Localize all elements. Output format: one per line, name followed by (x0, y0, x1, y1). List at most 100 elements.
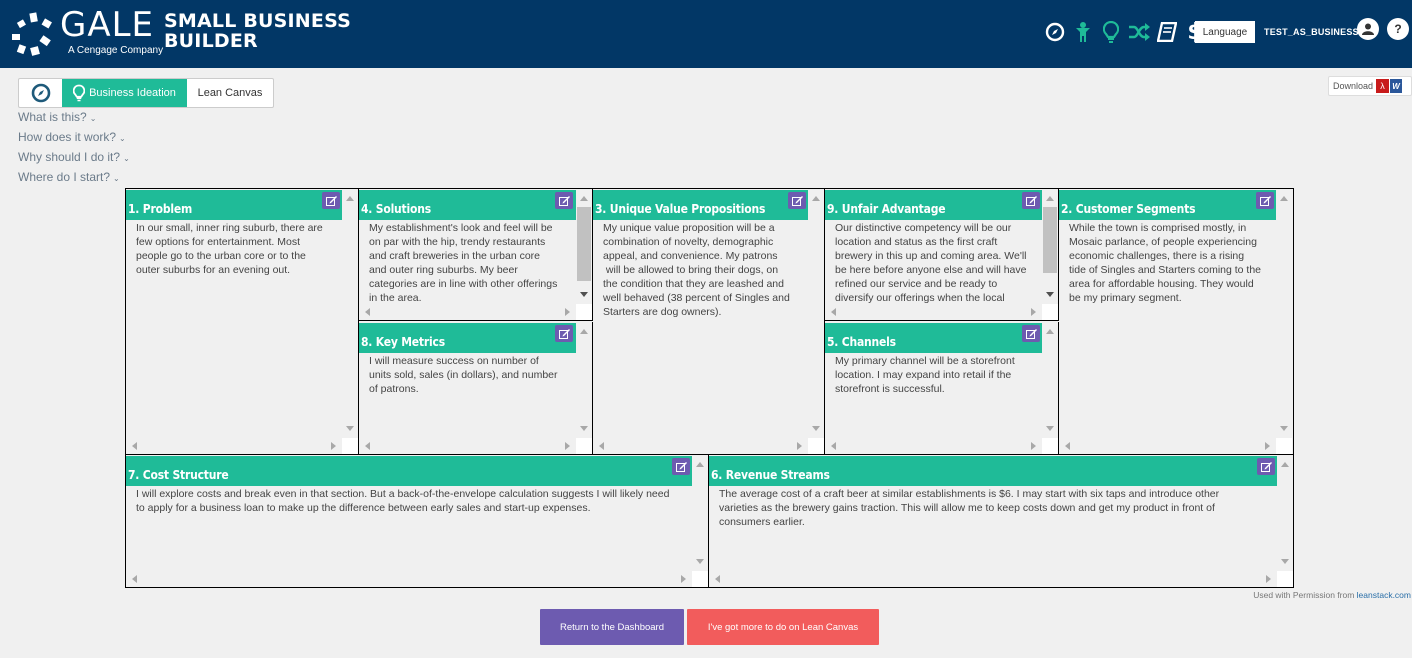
gale-logo[interactable]: GALE A Cengage Company (10, 6, 170, 60)
account-button[interactable] (1357, 18, 1379, 40)
section-tabs: Business Ideation Lean Canvas (18, 78, 274, 108)
vertical-scrollbar[interactable] (692, 455, 708, 571)
edit-button[interactable] (322, 192, 340, 209)
tab-business-ideation[interactable]: Business Ideation (62, 79, 187, 107)
tab-overview[interactable] (19, 79, 62, 107)
cell-title: 9. Unfair Advantage (827, 201, 946, 216)
chevron-down-icon: ⌄ (119, 134, 126, 143)
faq-why-should-i[interactable]: Why should I do it? ⌄ (18, 150, 130, 164)
horizontal-scrollbar[interactable] (825, 304, 1042, 320)
cell-header: 9. Unfair Advantage (825, 190, 1042, 220)
edit-button[interactable] (788, 192, 806, 209)
cell-title: 3. Unique Value Propositions (595, 201, 766, 216)
chevron-down-icon: ⌄ (113, 174, 120, 183)
username-label[interactable]: TEST_AS_BUSINESS (1264, 27, 1359, 37)
edit-button[interactable] (1257, 458, 1275, 475)
shuffle-icon[interactable] (1127, 20, 1151, 44)
edit-icon (325, 195, 337, 206)
lightbulb-icon (73, 84, 86, 102)
vertical-scrollbar[interactable] (1276, 189, 1292, 438)
edit-button[interactable] (1256, 192, 1274, 209)
vertical-scrollbar[interactable] (342, 189, 358, 438)
help-button[interactable]: ? (1387, 18, 1409, 40)
app-title: SMALL BUSINESS BUILDER (164, 11, 351, 51)
cell-title: 1. Problem (128, 201, 193, 216)
edit-icon (791, 195, 803, 206)
tab-lean-canvas[interactable]: Lean Canvas (187, 79, 273, 107)
vertical-scrollbar[interactable] (808, 189, 824, 438)
cell-text[interactable]: My unique value proposition will be a co… (603, 221, 808, 436)
canvas-cell-problem: 1. Problem In our small, inner ring subu… (126, 189, 359, 454)
faq-where-do-i-start[interactable]: Where do I start? ⌄ (18, 170, 120, 184)
canvas-cell-cost-structure: 7. Cost Structure I will explore costs a… (126, 455, 709, 587)
cell-text[interactable]: My establishment's look and feel will be… (369, 221, 574, 305)
cell-text[interactable]: My primary channel will be a storefront … (835, 354, 1040, 438)
edit-icon (1025, 328, 1037, 339)
language-button[interactable]: Language (1195, 21, 1255, 43)
horizontal-scrollbar[interactable] (709, 571, 1277, 587)
edit-button[interactable] (672, 458, 690, 475)
lean-canvas-grid: 1. Problem In our small, inner ring subu… (125, 188, 1294, 588)
lightbulb-icon[interactable] (1099, 20, 1123, 44)
cell-text[interactable]: In our small, inner ring suburb, there a… (136, 221, 341, 436)
edit-icon (558, 195, 570, 206)
book-icon[interactable] (1155, 20, 1179, 44)
edit-icon (675, 461, 687, 472)
cell-text[interactable]: I will explore costs and break even in t… (136, 487, 691, 571)
compass-icon[interactable] (1043, 20, 1067, 44)
horizontal-scrollbar[interactable] (359, 304, 576, 320)
gale-logo-mark-icon (12, 12, 52, 56)
vertical-scrollbar[interactable] (1042, 189, 1058, 304)
canvas-cell-customer-segments: 2. Customer Segments While the town is c… (1059, 189, 1293, 454)
canvas-cell-key-metrics: 8. Key Metrics I will measure success on… (359, 322, 593, 454)
vertical-scrollbar[interactable] (1042, 322, 1058, 438)
cell-text[interactable]: The average cost of a craft beer at simi… (719, 487, 1274, 571)
tab-label: Lean Canvas (197, 87, 263, 99)
cell-text[interactable]: I will measure success on number of unit… (369, 354, 574, 438)
person-icon[interactable] (1071, 20, 1095, 44)
horizontal-scrollbar[interactable] (126, 438, 342, 454)
compass-icon (31, 83, 50, 103)
canvas-cell-channels: 5. Channels My primary channel will be a… (825, 322, 1059, 454)
vertical-scrollbar[interactable] (1277, 455, 1293, 571)
horizontal-scrollbar[interactable] (593, 438, 808, 454)
cell-text[interactable]: Our distinctive competency will be our l… (835, 221, 1040, 304)
app-title-line2: BUILDER (164, 30, 258, 52)
cell-header: 7. Cost Structure (126, 456, 692, 486)
cell-header: 3. Unique Value Propositions (593, 190, 808, 220)
vertical-scrollbar[interactable] (576, 189, 592, 304)
edit-button[interactable] (1022, 325, 1040, 342)
more-to-do-button[interactable]: I've got more to do on Lean Canvas (687, 609, 879, 645)
cell-header: 8. Key Metrics (359, 323, 576, 353)
edit-button[interactable] (1022, 192, 1040, 209)
horizontal-scrollbar[interactable] (825, 438, 1042, 454)
horizontal-scrollbar[interactable] (359, 438, 576, 454)
cell-title: 5. Channels (827, 334, 896, 349)
faq-what-is-this[interactable]: What is this? ⌄ (18, 110, 96, 124)
edit-icon (1025, 195, 1037, 206)
chevron-down-icon: ⌄ (89, 114, 97, 123)
horizontal-scrollbar[interactable] (126, 571, 692, 587)
faq-label: Why should I do it? (18, 150, 121, 164)
edit-button[interactable] (555, 325, 573, 342)
edit-button[interactable] (555, 192, 573, 209)
return-to-dashboard-button[interactable]: Return to the Dashboard (540, 609, 684, 645)
vertical-scrollbar[interactable] (576, 322, 592, 438)
edit-icon (1260, 461, 1272, 472)
app-title-line1: SMALL BUSINESS (164, 10, 351, 32)
cell-text[interactable]: While the town is comprised mostly, in M… (1069, 221, 1274, 436)
user-icon (1362, 23, 1374, 35)
cell-title: 8. Key Metrics (361, 334, 445, 349)
top-navbar: GALE A Cengage Company SMALL BUSINESS BU… (0, 0, 1412, 68)
word-icon[interactable]: W (1390, 79, 1403, 93)
horizontal-scrollbar[interactable] (1059, 438, 1276, 454)
cell-header: 4. Solutions (359, 190, 576, 220)
canvas-cell-unfair-advantage: 9. Unfair Advantage Our distinctive comp… (825, 189, 1059, 321)
pdf-icon[interactable]: λ (1376, 79, 1390, 93)
download-label: Download (1333, 81, 1374, 91)
cell-header: 2. Customer Segments (1059, 190, 1276, 220)
cell-header: 1. Problem (126, 190, 342, 220)
download-menu[interactable]: Download λ W (1328, 76, 1412, 96)
faq-how-does-it-work[interactable]: How does it work? ⌄ (18, 130, 126, 144)
leanstack-link[interactable]: leanstack.com (1357, 590, 1411, 600)
